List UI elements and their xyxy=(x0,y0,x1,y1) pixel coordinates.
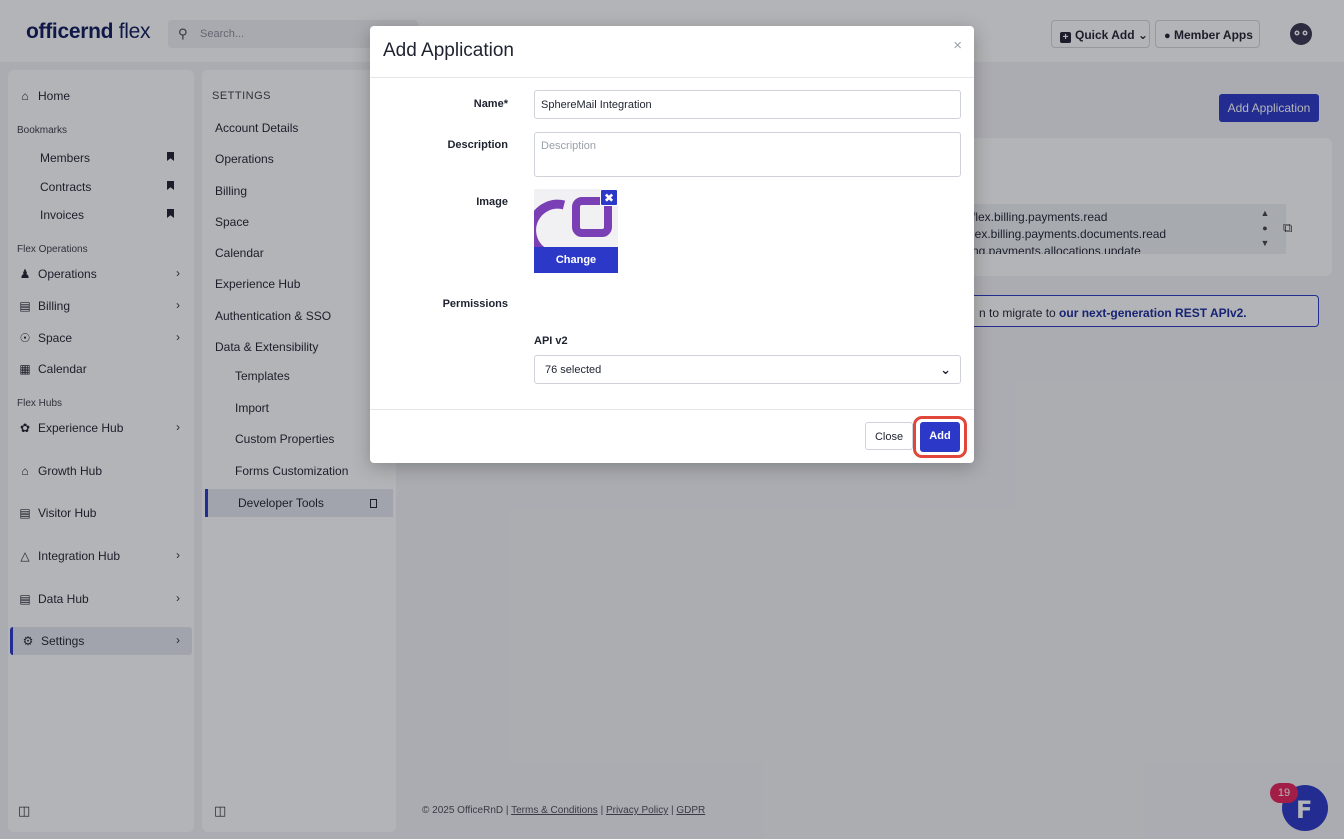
change-image-button[interactable]: Change xyxy=(534,247,618,273)
description-label: Description xyxy=(447,139,508,151)
close-icon[interactable]: × xyxy=(953,37,962,54)
remove-image-icon[interactable]: ✖ xyxy=(600,189,618,206)
divider xyxy=(370,409,974,410)
description-textarea[interactable] xyxy=(534,132,961,177)
add-button[interactable]: Add xyxy=(920,422,960,452)
api-v2-selected-value: 76 selected xyxy=(545,364,602,376)
add-application-modal: Add Application × Name* Description Imag… xyxy=(370,26,974,463)
image-label: Image xyxy=(476,196,508,208)
api-v2-label: API v2 xyxy=(534,335,568,347)
chevron-down-icon: ⌄ xyxy=(940,362,951,377)
close-button[interactable]: Close xyxy=(865,422,913,450)
permissions-label: Permissions xyxy=(442,298,508,310)
divider xyxy=(370,77,974,78)
modal-title: Add Application xyxy=(383,40,514,61)
name-label: Name* xyxy=(473,98,508,110)
api-v2-permissions-select[interactable]: 76 selected ⌄ xyxy=(534,355,961,384)
name-input[interactable] xyxy=(534,90,961,119)
